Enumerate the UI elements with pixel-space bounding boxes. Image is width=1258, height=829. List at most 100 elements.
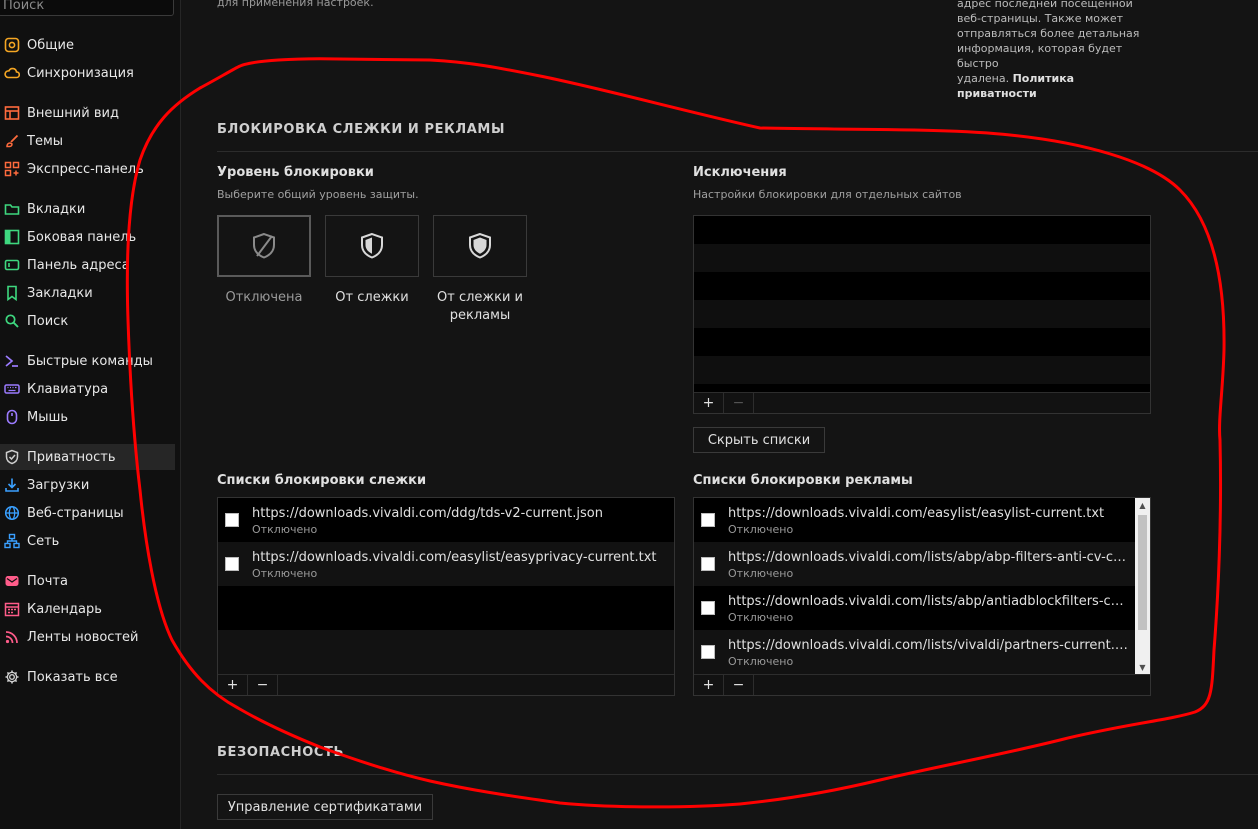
sidebar-item-calendar[interactable]: Календарь — [0, 596, 175, 622]
sidebar-item-quick-commands[interactable]: Быстрые команды — [0, 348, 175, 374]
sidebar-item-appearance[interactable]: Внешний вид — [0, 100, 175, 126]
privacy-note: адрес последней посещённой веб-страницы.… — [957, 0, 1157, 101]
block-level-trackers-button[interactable] — [325, 215, 419, 277]
sidebar-item-panel[interactable]: Боковая панель — [0, 224, 175, 250]
sidebar-item-label: Общие — [27, 37, 74, 53]
sidebar-item-webpages[interactable]: Веб-страницы — [0, 500, 175, 526]
sidebar-item-mail[interactable]: Почта — [0, 568, 175, 594]
ad-lists-remove-button[interactable]: − — [724, 675, 754, 695]
sidebar-item-mouse[interactable]: Мышь — [0, 404, 175, 430]
shield-icon — [5, 449, 19, 465]
ad-lists-add-button[interactable]: + — [694, 675, 724, 695]
settings-sidebar: Общие Синхронизация Внешний вид Темы Экс… — [0, 0, 181, 829]
list-item-url: https://downloads.vivaldi.com/easylist/e… — [252, 550, 657, 565]
sidebar-item-network[interactable]: Сеть — [0, 528, 175, 554]
exceptions-list[interactable]: + − — [693, 215, 1151, 414]
sidebar-item-label: Внешний вид — [27, 105, 119, 121]
scrollbar-thumb[interactable] — [1138, 515, 1147, 630]
scroll-up-icon[interactable]: ▲ — [1135, 498, 1150, 513]
privacy-note-line: адрес последней посещённой — [957, 0, 1133, 10]
sidebar-item-label: Приватность — [27, 449, 116, 465]
sidebar-item-themes[interactable]: Темы — [0, 128, 175, 154]
search-icon — [5, 314, 19, 328]
list-item-checkbox[interactable] — [225, 513, 239, 527]
sidebar-item-label: Почта — [27, 573, 68, 589]
sidebar-item-feeds[interactable]: Ленты новостей — [0, 624, 175, 650]
block-level-off-button[interactable] — [217, 215, 311, 277]
list-item-checkbox[interactable] — [225, 557, 239, 571]
list-empty-row — [218, 630, 674, 676]
sidebar-item-label: Мышь — [27, 409, 69, 425]
globe-icon — [4, 505, 20, 521]
list-item: https://downloads.vivaldi.com/lists/abp/… — [694, 542, 1135, 586]
list-item-checkbox[interactable] — [701, 645, 715, 659]
list-item: https://downloads.vivaldi.com/easylist/e… — [694, 498, 1135, 542]
appearance-icon — [4, 106, 20, 120]
list-item-url: https://downloads.vivaldi.com/ddg/tds-v2… — [252, 506, 603, 521]
settings-search-input[interactable] — [0, 0, 174, 16]
sidebar-item-privacy[interactable]: Приватность — [0, 444, 175, 470]
sidebar-item-bookmarks[interactable]: Закладки — [0, 280, 175, 306]
calendar-icon — [4, 602, 20, 617]
sidebar-item-label: Ленты новостей — [27, 629, 139, 645]
section-divider — [217, 151, 1258, 152]
list-item-status: Отключено — [728, 567, 794, 580]
sidebar-item-address-bar[interactable]: Панель адреса — [0, 252, 175, 278]
sidebar-item-search[interactable]: Поиск — [0, 308, 175, 334]
sidebar-item-label: Загрузки — [27, 477, 90, 493]
ad-lists-title: Списки блокировки рекламы — [693, 473, 913, 488]
list-item-checkbox[interactable] — [701, 557, 715, 571]
sidebar-item-label: Календарь — [27, 601, 102, 617]
list-item-url: https://downloads.vivaldi.com/lists/abp/… — [728, 594, 1128, 609]
bookmark-icon — [7, 285, 17, 301]
list-empty-row — [218, 586, 674, 630]
list-item-checkbox[interactable] — [701, 513, 715, 527]
sidebar-item-label: Боковая панель — [27, 229, 137, 245]
cloud-icon — [4, 67, 20, 79]
ad-lists-scrollbar[interactable]: ▲ ▼ — [1135, 498, 1150, 675]
shield-full-icon — [469, 232, 491, 259]
sidebar-item-label: Клавиатура — [27, 381, 109, 397]
list-item: https://downloads.vivaldi.com/lists/viva… — [694, 630, 1135, 676]
list-item-status: Отключено — [252, 523, 318, 536]
sidebar-item-downloads[interactable]: Загрузки — [0, 472, 175, 498]
exceptions-add-button[interactable]: + — [694, 393, 724, 413]
sidebar-item-speed-dial[interactable]: Экспресс-панель — [0, 156, 175, 182]
list-item: https://downloads.vivaldi.com/ddg/tds-v2… — [218, 498, 674, 542]
sidebar-item-label: Поиск — [27, 313, 69, 329]
sidebar-item-show-all[interactable]: Показать все — [0, 664, 175, 690]
exceptions-title: Исключения — [693, 165, 787, 180]
list-item-checkbox[interactable] — [701, 601, 715, 615]
manage-certificates-button[interactable]: Управление сертификатами — [217, 794, 433, 820]
sidebar-item-label: Сеть — [27, 533, 60, 549]
block-level-trackers-ads-button[interactable] — [433, 215, 527, 277]
hide-lists-button[interactable]: Скрыть списки — [693, 427, 825, 453]
section-divider — [217, 774, 1258, 775]
network-icon — [4, 533, 20, 549]
sidebar-item-keyboard[interactable]: Клавиатура — [0, 376, 175, 402]
brush-icon — [6, 134, 19, 148]
list-item: https://downloads.vivaldi.com/lists/abp/… — [694, 586, 1135, 630]
tracker-lists-add-button[interactable]: + — [218, 675, 248, 695]
general-icon — [4, 37, 20, 53]
sidebar-item-label: Синхронизация — [27, 65, 134, 81]
sidebar-item-general[interactable]: Общие — [0, 32, 175, 58]
quick-commands-icon — [5, 355, 18, 367]
list-item-url: https://downloads.vivaldi.com/lists/viva… — [728, 638, 1128, 653]
sidebar-item-label: Панель адреса — [27, 257, 130, 273]
sidebar-item-sync[interactable]: Синхронизация — [0, 60, 175, 86]
sidebar-item-tabs[interactable]: Вкладки — [0, 196, 175, 222]
shield-off-icon — [253, 232, 275, 259]
exceptions-remove-button[interactable]: − — [724, 393, 754, 413]
block-level-title: Уровень блокировки — [217, 165, 374, 180]
scroll-down-icon[interactable]: ▼ — [1135, 660, 1150, 675]
tracker-lists-title: Списки блокировки слежки — [217, 473, 427, 488]
gear-icon — [5, 670, 19, 684]
mouse-icon — [6, 409, 18, 425]
tabs-icon — [4, 204, 20, 215]
panel-icon — [4, 229, 20, 245]
download-icon — [5, 478, 19, 492]
privacy-note-line: отправляться более детальная — [957, 27, 1140, 40]
list-item-url: https://downloads.vivaldi.com/easylist/e… — [728, 506, 1105, 521]
tracker-lists-remove-button[interactable]: − — [248, 675, 278, 695]
